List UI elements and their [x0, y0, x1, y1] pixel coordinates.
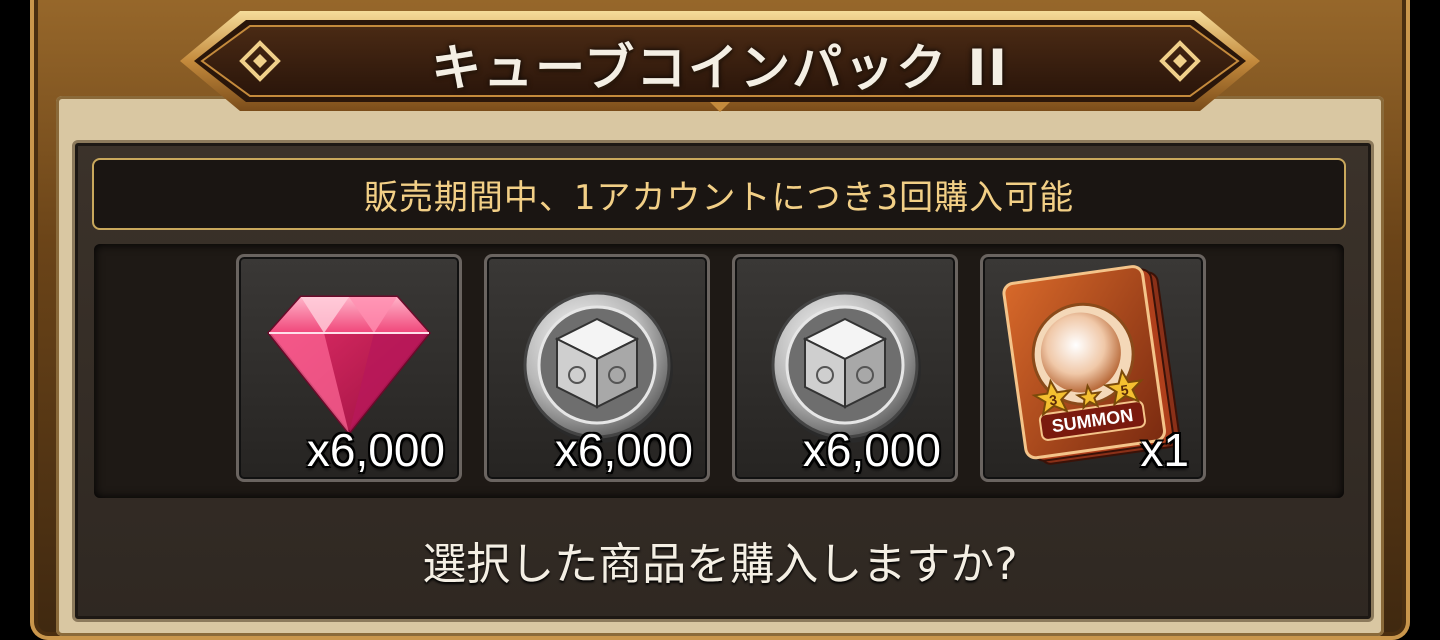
confirm-prompt: 選択した商品を購入しますか?: [422, 539, 1018, 590]
reward-item-cube-coin[interactable]: x6,000: [732, 254, 958, 482]
item-quantity: x6,000: [306, 424, 445, 476]
dialog-title: キューブコインパック II: [431, 39, 1009, 97]
item-quantity: x1: [1140, 424, 1189, 476]
reward-item-ruby[interactable]: x6,000: [236, 254, 462, 482]
item-quantity: x6,000: [802, 424, 941, 476]
purchase-limit-notice: 販売期間中、1アカウントにつき3回購入可能: [92, 158, 1346, 230]
purchase-limit-text: 販売期間中、1アカウントにつき3回購入可能: [363, 177, 1075, 218]
reward-item-cube-coin[interactable]: x6,000: [484, 254, 710, 482]
reward-item-summon-ticket[interactable]: SUMMON 3 5 x1: [980, 254, 1206, 482]
item-quantity: x6,000: [554, 424, 693, 476]
